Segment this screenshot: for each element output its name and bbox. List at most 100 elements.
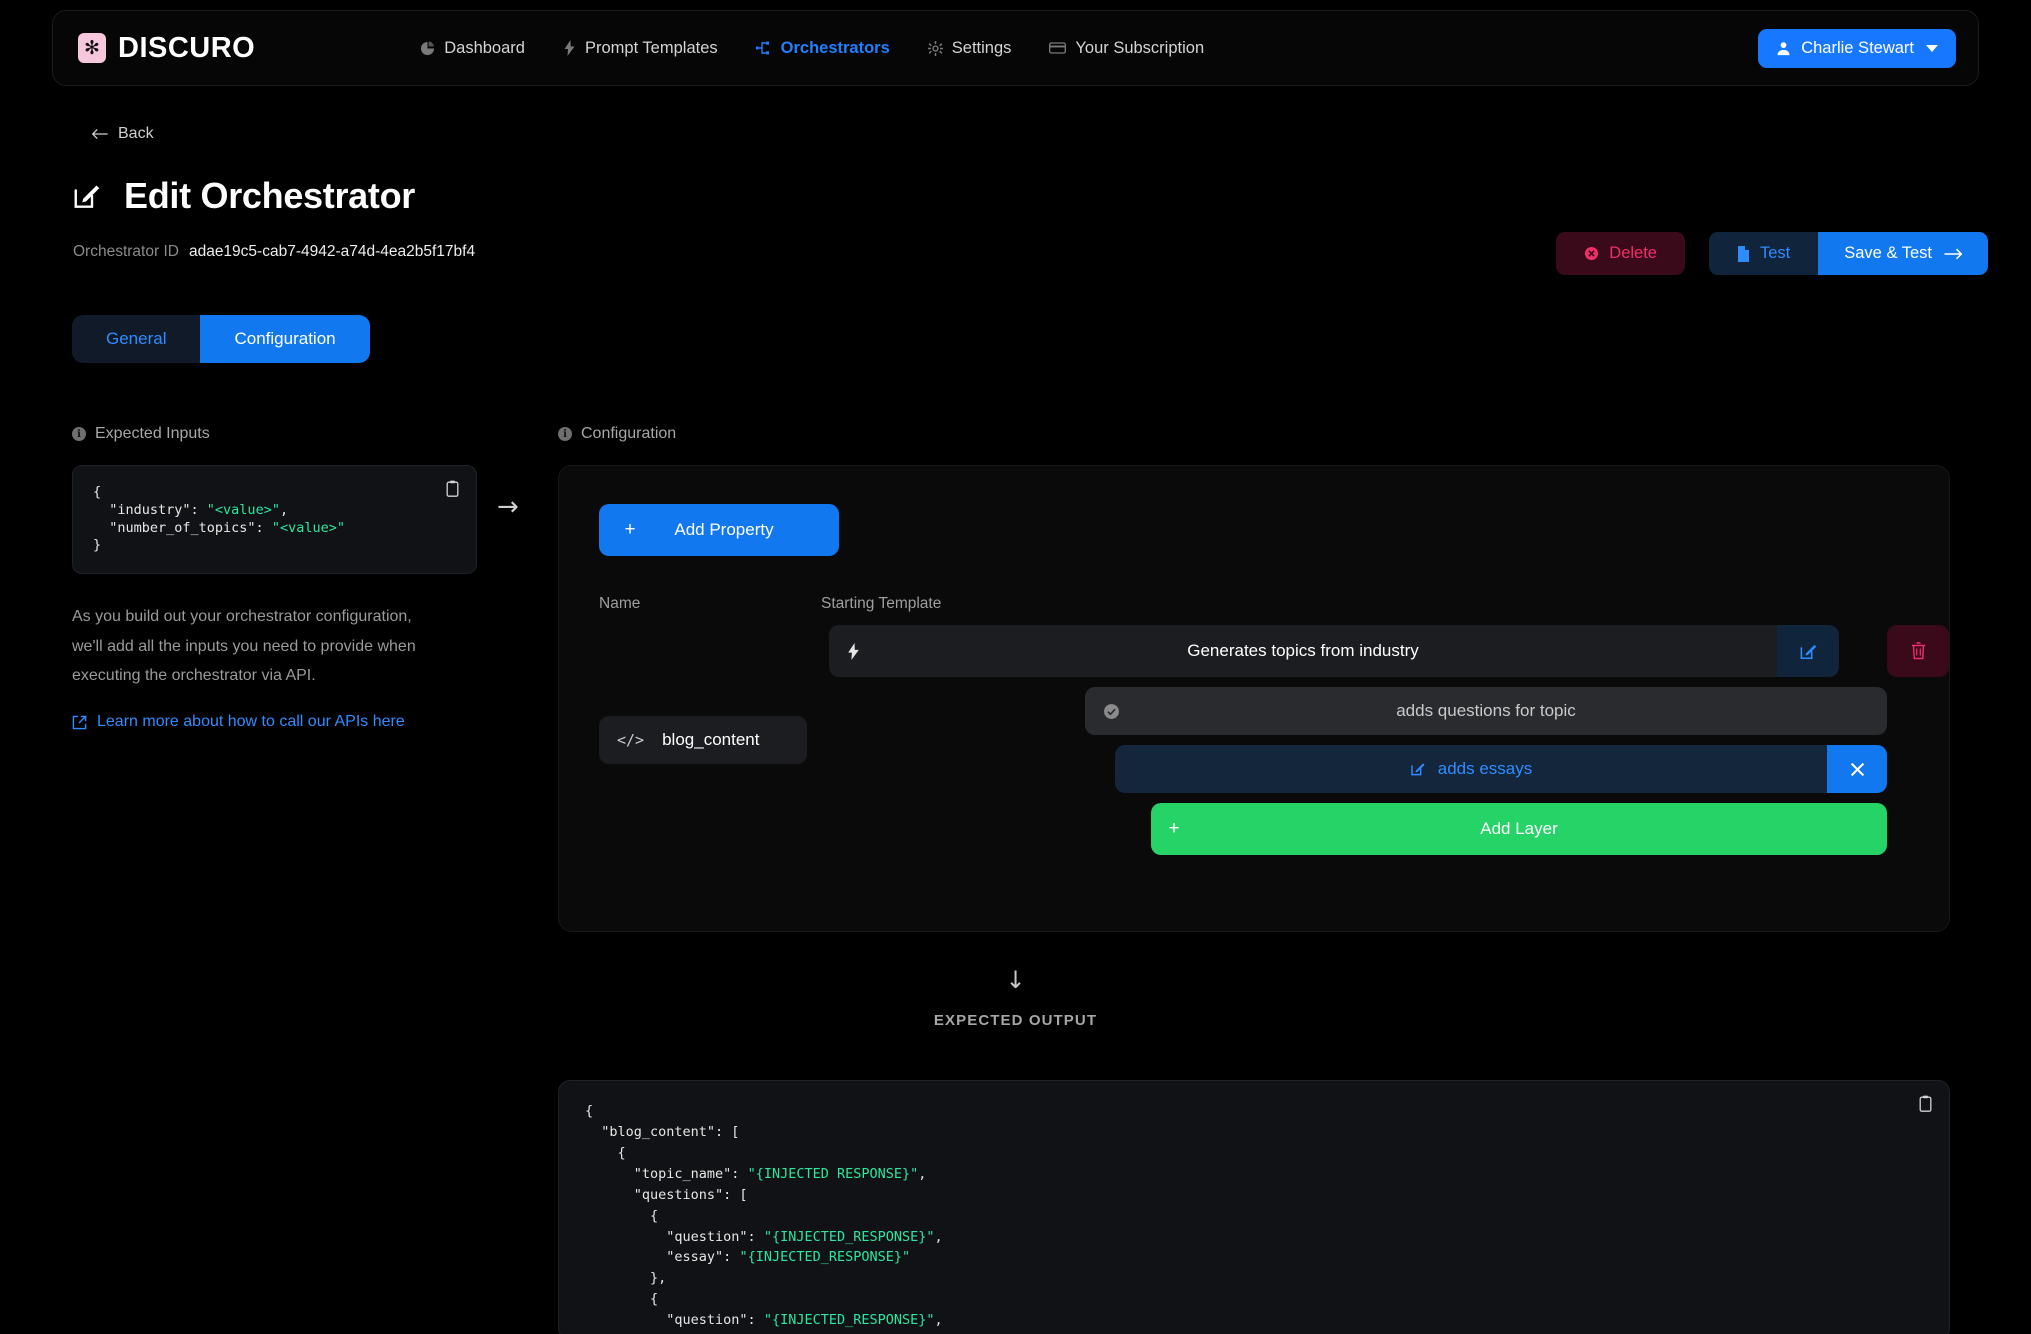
info-icon: i [558, 427, 572, 441]
test-label: Test [1759, 244, 1791, 262]
layer-pill-starting-template[interactable]: Generates topics from industry [829, 625, 1777, 677]
plus-icon: + [1168, 818, 1180, 839]
expected-inputs-heading: i Expected Inputs [72, 425, 477, 443]
nav-item-label: Orchestrators [780, 38, 890, 57]
remove-layer-button[interactable] [1827, 745, 1887, 793]
nav-item-dashboard[interactable]: Dashboard [420, 39, 525, 58]
column-header-name: Name [599, 595, 641, 612]
layer-row: Generates topics from industry [829, 625, 1949, 677]
expected-inputs-code-block: { "industry": "<value>", "number_of_topi… [72, 465, 477, 575]
nav-item-settings[interactable]: Settings [927, 38, 1012, 58]
flower-logo-icon: ✻ [78, 33, 106, 63]
add-layer-label: Add Layer [1480, 819, 1558, 838]
chevron-down-icon [1926, 44, 1938, 52]
top-navbar: ✻ DISCURO Dashboard Prompt Templates Orc… [52, 10, 1979, 86]
configuration-heading: i Configuration [558, 425, 1950, 443]
test-save-button-group: Test Save & Test [1708, 232, 1988, 275]
nav-item-label: Prompt Templates [584, 38, 718, 57]
test-button[interactable]: Test [1708, 232, 1819, 275]
delete-circle-icon [1584, 246, 1599, 261]
user-menu-button[interactable]: Charlie Stewart [1758, 28, 1956, 68]
learn-more-label: Learn more about how to call our APIs he… [97, 713, 405, 731]
layer-row: adds questions for topic [1085, 687, 1887, 735]
check-circle-icon [1103, 703, 1120, 720]
property-row: </> blog_content Generates topics from i… [559, 625, 1949, 855]
brand-name: DISCURO [118, 31, 256, 64]
expected-inputs-column: i Expected Inputs { "industry": "<value>… [72, 425, 477, 731]
add-property-label: Add Property [674, 520, 774, 539]
credit-card-icon [1049, 42, 1067, 54]
add-layer-button[interactable]: + Add Layer [1151, 803, 1887, 855]
save-and-test-button[interactable]: Save & Test [1818, 232, 1988, 275]
layer-pill-adds-essays[interactable]: adds essays [1115, 745, 1827, 793]
tab-configuration[interactable]: Configuration [200, 315, 370, 363]
layer-pill-adds-questions[interactable]: adds questions for topic [1085, 687, 1887, 735]
expected-output-code: { "blog_content": [ { "topic_name": "{IN… [585, 1103, 943, 1329]
nav-item-label: Settings [951, 38, 1012, 57]
user-icon [1776, 41, 1791, 56]
nav-links: Dashboard Prompt Templates Orchestrators [420, 39, 1204, 58]
learn-more-link[interactable]: Learn more about how to call our APIs he… [72, 713, 477, 731]
expected-output-arrow-icon: ↓ [1005, 966, 1026, 994]
layer-label: adds questions for topic [1396, 701, 1576, 720]
back-link[interactable]: Back [92, 125, 154, 143]
pencil-square-icon [1799, 642, 1818, 661]
external-link-icon [72, 715, 87, 730]
plus-icon: + [624, 519, 636, 540]
pencil-square-icon [72, 181, 102, 211]
add-property-button[interactable]: + Add Property [599, 504, 839, 556]
arrow-right-icon [1944, 248, 1962, 260]
pie-chart-icon [420, 40, 435, 56]
expected-output-caption: EXPECTED OUTPUT [933, 1012, 1098, 1029]
expected-inputs-helper-text: As you build out your orchestrator confi… [72, 608, 416, 685]
configuration-panel: + Add Property Name Starting Template </… [558, 465, 1950, 932]
file-icon [1737, 245, 1750, 262]
layer-row: adds essays [1115, 745, 1887, 793]
nav-item-your-subscription[interactable]: Your Subscription [1049, 39, 1204, 58]
code-brackets-icon: </> [617, 731, 645, 749]
page-title: Edit Orchestrator [72, 175, 415, 217]
gear-icon [927, 40, 943, 56]
arrow-left-icon [92, 128, 109, 140]
user-name: Charlie Stewart [1801, 38, 1914, 57]
configuration-heading-text: Configuration [581, 425, 677, 442]
expected-inputs-code: { "industry": "<value>", "number_of_topi… [93, 484, 345, 554]
info-icon: i [72, 427, 86, 441]
property-name-value: blog_content [662, 730, 760, 749]
orchestrator-id-row: Orchestrator ID adae19c5-cab7-4942-a74d-… [73, 243, 475, 261]
clipboard-copy-icon[interactable] [1918, 1095, 1933, 1112]
trash-icon [1910, 642, 1927, 660]
layer-stack: Generates topics from industry adds ques… [829, 625, 1949, 855]
delete-label: Delete [1609, 244, 1657, 262]
edit-layer-button[interactable] [1777, 625, 1839, 677]
layer-label: Generates topics from industry [1187, 641, 1419, 660]
nav-item-prompt-templates[interactable]: Prompt Templates [563, 39, 718, 58]
tab-group: General Configuration [72, 315, 370, 363]
page-actions: Delete Test Save & Test [1556, 232, 1988, 275]
page-title-text: Edit Orchestrator [124, 175, 415, 216]
nav-item-orchestrators[interactable]: Orchestrators [755, 38, 890, 58]
lightning-bolt-icon [847, 642, 860, 660]
back-label: Back [118, 125, 154, 142]
pencil-square-icon [1410, 761, 1426, 777]
clipboard-copy-icon[interactable] [445, 480, 460, 497]
nav-item-label: Dashboard [444, 38, 525, 57]
delete-button[interactable]: Delete [1556, 232, 1685, 275]
flow-arrow-icon: → [497, 492, 519, 522]
orchestrator-id-value: adae19c5-cab7-4942-a74d-4ea2b5f17bf4 [188, 243, 476, 260]
save-label: Save & Test [1844, 244, 1932, 262]
configuration-column: i Configuration + Add Property Name Star… [558, 425, 1950, 932]
column-headers: Name Starting Template [559, 595, 1949, 613]
tab-general[interactable]: General [72, 315, 201, 363]
close-x-icon [1850, 762, 1865, 777]
brand-logo[interactable]: ✻ DISCURO [78, 32, 255, 65]
expected-output-code-block: { "blog_content": [ { "topic_name": "{IN… [558, 1080, 1950, 1334]
layer-label: adds essays [1437, 759, 1533, 778]
nav-item-label: Your Subscription [1075, 38, 1205, 57]
property-name-input[interactable]: </> blog_content [599, 716, 807, 764]
orchestrator-id-label: Orchestrator ID [73, 243, 179, 260]
delete-property-button[interactable] [1887, 625, 1949, 677]
lightning-bolt-icon [563, 40, 576, 56]
sitemap-branch-icon [755, 41, 772, 55]
column-header-starting-template: Starting Template [821, 595, 942, 612]
